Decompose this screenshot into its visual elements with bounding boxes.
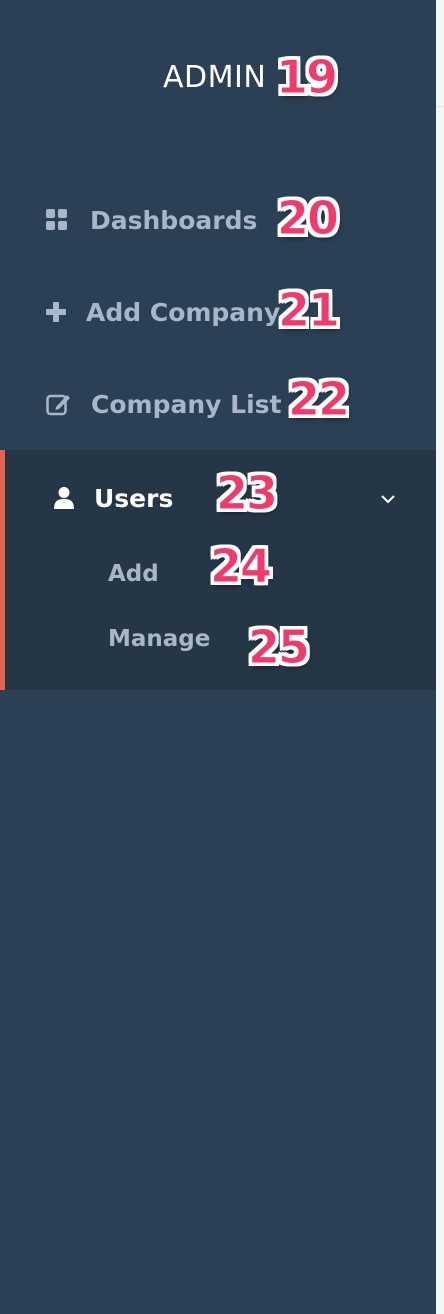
submenu-item-manage[interactable]: Manage [108, 619, 210, 659]
sidebar-item-label: Add Company [86, 297, 281, 327]
sidebar-item-label: Company List [91, 389, 282, 419]
sidebar: ADMIN Dashboards Add Company Company Lis… [0, 0, 436, 1314]
dashboard-grid-icon [46, 209, 68, 231]
annotation-badge: 22 [287, 372, 350, 426]
header-divider [436, 106, 444, 107]
submenu-item-add[interactable]: Add [108, 554, 159, 594]
annotation-badge: 19 [275, 50, 338, 104]
annotation-badge: 20 [276, 191, 339, 245]
annotation-badge: 23 [215, 466, 278, 520]
sidebar-item-label: Users [94, 483, 174, 513]
chevron-down-icon[interactable] [380, 492, 396, 504]
annotation-badge: 24 [209, 539, 272, 593]
plus-icon [46, 302, 66, 322]
annotation-badge: 21 [277, 283, 340, 337]
sidebar-item-label: Dashboards [90, 205, 258, 235]
user-icon [53, 486, 75, 510]
brand-title: ADMIN [163, 60, 267, 95]
sidebar-item-dashboards[interactable]: Dashboards [0, 190, 436, 250]
sidebar-item-add-company[interactable]: Add Company [0, 282, 436, 342]
sidebar-item-company-list[interactable]: Company List [0, 374, 436, 434]
annotation-badge: 25 [247, 620, 310, 674]
content-area-edge [436, 0, 444, 1314]
edit-icon [46, 392, 72, 416]
